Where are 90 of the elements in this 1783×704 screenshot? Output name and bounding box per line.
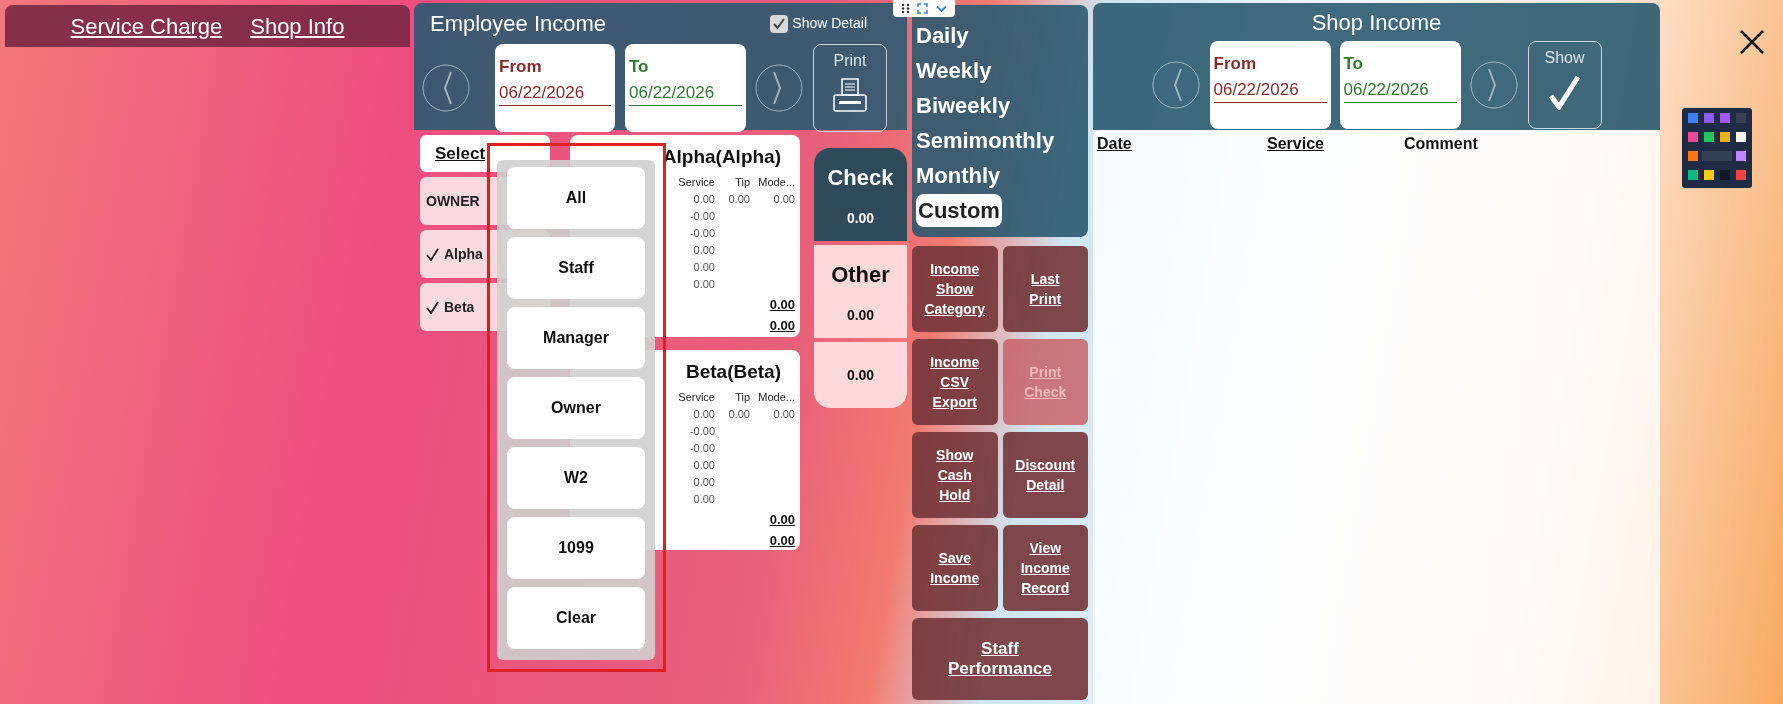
field-label: From [499,56,543,78]
column-header: Tip [734,174,750,190]
column-header: Service [677,174,715,190]
action-button[interactable]: Show Cash Hold [912,432,998,518]
table-cell-text: 0.00 [692,259,715,275]
dropdown-option[interactable]: All [507,167,645,229]
checkbox[interactable] [770,14,789,33]
panel-title: Shop Income [1311,9,1442,37]
period-option[interactable]: Weekly [916,54,992,87]
table-cell-text: 0.00 [772,406,795,422]
table-cell-text: 0.00 [692,474,715,490]
chevron-down-icon[interactable] [936,4,948,13]
table-cell-text: 0.00 [727,406,750,422]
column-header: Mode... [757,389,795,405]
dropdown-option[interactable]: 1099 [507,517,645,579]
table-cell-text: 0.00 [692,242,715,258]
card-title: Alpha(Alpha) [661,145,782,169]
field-label: To [629,56,650,78]
action-button[interactable]: Last Print [1002,246,1088,332]
date-field[interactable]: From 06/22/2026 [495,44,615,132]
period-option[interactable]: Custom [916,194,1002,227]
total-value: 0.00 [769,532,795,550]
card-title: Beta(Beta) [684,360,782,384]
action-button[interactable]: Income Show Category [912,246,998,332]
fullscreen-icon[interactable] [917,3,929,14]
employee-name: OWNER [426,191,480,211]
period-option[interactable]: Biweekly [916,89,1011,122]
action-button[interactable]: Discount Detail [1002,432,1088,518]
panel-title: Employee Income [430,10,607,38]
check-icon [772,17,787,30]
summary-value: 0.00 [846,305,875,325]
dropdown-option[interactable]: Owner [507,377,645,439]
table-cell-text: 0.00 [692,406,715,422]
check-icon [426,300,439,314]
period-option[interactable]: Daily [916,19,969,52]
app-grid-drawing[interactable] [1681,108,1752,188]
summary-value: 0.00 [846,365,875,385]
printer-icon [832,77,868,113]
print-button[interactable]: Print [813,44,887,132]
field-label: From [1213,53,1257,75]
employee-name: Alpha [444,244,483,264]
nav-link[interactable]: Service Charge [70,9,223,43]
total-value: 0.00 [769,295,795,314]
table-cell-text: 0.00 [772,191,795,207]
dropdown-option[interactable]: Manager [507,307,645,369]
field-value: 06/22/2026 [499,79,611,106]
nav-link[interactable]: Shop Info [250,9,345,43]
date-field[interactable]: From 06/22/2026 [1209,41,1331,129]
table-cell-text: 0.00 [692,491,715,507]
column-header: Mode... [757,174,795,190]
date-field[interactable]: To 06/22/2026 [1339,41,1461,129]
period-option[interactable]: Monthly [916,159,1001,192]
dropdown-option[interactable]: Staff [507,237,645,299]
table-cell-text: -0.00 [688,440,715,456]
table-cell-text: 0.00 [692,457,715,473]
drag-handle-icon[interactable] [900,3,910,14]
column-header[interactable]: Date [1097,130,1267,156]
action-button[interactable]: Save Income [912,525,998,611]
summary-value: 0.00 [846,208,875,228]
summary-label: Other [831,260,890,289]
period-option[interactable]: Semimonthly [916,124,1055,157]
action-button[interactable]: Income CSV Export [912,339,998,425]
total-value: 0.00 [769,510,795,529]
table-cell-text: -0.00 [688,208,715,224]
field-value: 06/22/2026 [1213,76,1327,103]
action-button[interactable]: Staff Performance [912,618,1088,700]
column-header[interactable]: Service [1267,130,1404,156]
field-value: 06/22/2026 [629,79,742,106]
table-cell-text: 0.00 [692,276,715,292]
close-icon[interactable] [1738,29,1765,55]
column-header: Comment [1404,134,1479,154]
table-cell-text: 0.00 [727,191,750,207]
show-button[interactable]: Show [1527,41,1602,129]
total-value: 0.00 [769,317,795,335]
summary-label: Check [827,163,894,192]
checkmark-icon [1547,74,1582,110]
column-header: Service [677,389,715,405]
table-cell-text: -0.00 [688,225,715,241]
table-cell-text: -0.00 [688,423,715,439]
checkbox-label: Show Detail [792,14,867,33]
table-cell-text: 0.00 [692,191,715,207]
date-field[interactable]: To 06/22/2026 [625,44,746,132]
column-header: Tip [734,389,750,405]
field-label: To [1343,53,1364,75]
field-value: 06/22/2026 [1343,76,1457,103]
employee-name: Beta [444,297,475,317]
action-button[interactable]: View Income Record [1002,525,1088,611]
dropdown-option[interactable]: W2 [507,447,645,509]
dropdown-option[interactable]: Clear [507,587,645,649]
check-icon [426,247,439,261]
